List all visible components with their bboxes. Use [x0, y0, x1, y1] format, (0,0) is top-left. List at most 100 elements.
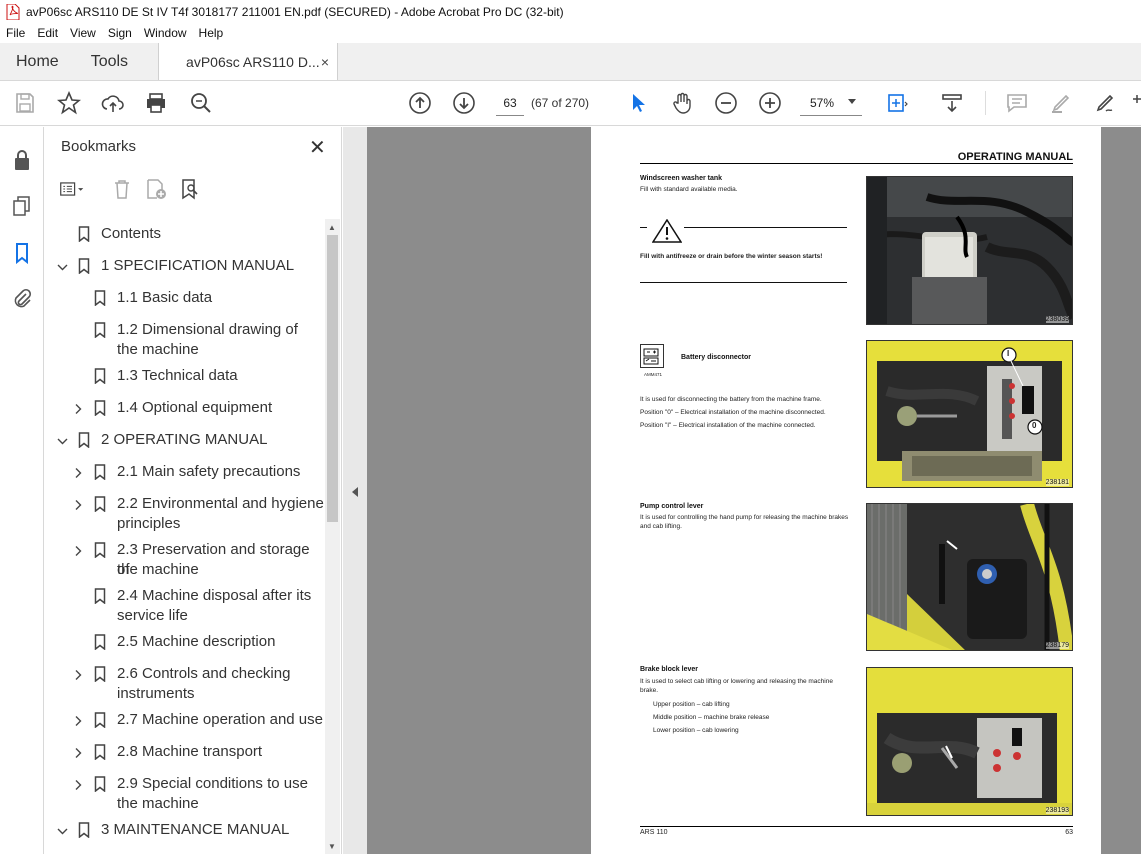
bookmark-item[interactable]: 1 SPECIFICATION MANUAL [45, 256, 325, 276]
bookmark-label: 1.1 Basic data [117, 289, 213, 306]
hand-tool-icon[interactable] [669, 90, 695, 116]
bookmark-item[interactable]: 2.5 Machine description [45, 632, 325, 652]
chevron-right-icon[interactable] [73, 777, 83, 790]
menu-view[interactable]: View [64, 26, 102, 40]
share-upload-icon[interactable] [100, 90, 126, 116]
bookmark-label: 2.6 Controls and checking [117, 665, 291, 682]
bookmark-item[interactable]: Contents [45, 224, 325, 244]
page-count: (67 of 270) [531, 96, 590, 110]
chevron-right-icon[interactable] [73, 401, 83, 414]
bookmark-item[interactable]: 2 OPERATING MANUAL [45, 430, 325, 450]
previous-page-icon[interactable] [407, 90, 433, 116]
chevron-right-icon[interactable] [73, 713, 83, 726]
navigation-rail [0, 127, 44, 854]
save-icon[interactable] [12, 90, 38, 116]
bookmark-item[interactable]: 2.4 Machine disposal after its service li… [45, 586, 325, 626]
tab-document-label: avP06sc ARS110 D... [186, 53, 320, 70]
bookmark-item[interactable]: 1.2 Dimensional drawing of the machine [45, 320, 325, 360]
bookmark-star-icon[interactable] [56, 90, 82, 116]
scroll-down-arrow-icon[interactable]: ▼ [328, 842, 336, 851]
menu-file[interactable]: File [0, 26, 31, 40]
bookmark-item[interactable]: 3 MAINTENANCE MANUAL [45, 820, 325, 840]
print-icon[interactable] [143, 90, 169, 116]
bookmarks-panel-icon[interactable] [9, 240, 35, 266]
tab-home[interactable]: Home [0, 43, 75, 80]
options-menu-icon[interactable] [59, 176, 85, 202]
menu-sign[interactable]: Sign [102, 26, 138, 40]
sign-icon[interactable] [1092, 90, 1118, 116]
page-number-input[interactable]: 63 [496, 90, 524, 116]
battery-text-1: It is used for disconnecting the battery… [640, 396, 822, 403]
bookmark-flag-icon [94, 744, 106, 761]
pump-lever-photo: 238179 [866, 503, 1073, 651]
bookmark-item[interactable]: 1.3 Technical data [45, 366, 325, 386]
page-header-title: OPERATING MANUAL [957, 151, 1073, 163]
comment-icon[interactable] [1004, 90, 1030, 116]
bookmark-label-continued: instruments [117, 685, 195, 702]
new-bookmark-icon[interactable] [143, 176, 169, 202]
scroll-mode-icon[interactable] [939, 90, 965, 116]
lock-icon[interactable] [9, 147, 35, 173]
photo-number-4: 238193 [1045, 807, 1069, 814]
find-bookmark-icon[interactable] [177, 176, 203, 202]
tab-close-icon[interactable]: × [321, 54, 329, 70]
tab-tools[interactable]: Tools [75, 43, 144, 80]
scroll-up-arrow-icon[interactable]: ▲ [328, 223, 336, 232]
pump-lever-text: It is used for controlling the hand pump… [640, 514, 849, 530]
washer-tank-title: Windscreen washer tank [640, 175, 723, 182]
tab-bar: Home Tools avP06sc ARS110 D... × [0, 43, 1141, 81]
close-panel-icon[interactable]: ✕ [309, 135, 326, 160]
zoom-search-icon[interactable] [188, 90, 214, 116]
menu-help[interactable]: Help [193, 26, 230, 40]
next-page-icon[interactable] [451, 90, 477, 116]
bookmark-flag-icon [94, 634, 106, 651]
zoom-out-icon[interactable] [713, 90, 739, 116]
fit-page-icon[interactable] [884, 90, 910, 116]
chevron-down-icon[interactable] [57, 259, 68, 271]
chevron-down-icon[interactable] [57, 823, 68, 835]
bookmark-label: 3 MAINTENANCE MANUAL [101, 821, 290, 838]
bookmark-item[interactable]: 2.3 Preservation and storage of the machi… [45, 540, 325, 580]
chevron-right-icon[interactable] [73, 543, 83, 556]
bookmark-item[interactable]: 2.9 Special conditions to use the machine [45, 774, 325, 814]
photo-number-1: 238039 [1045, 316, 1069, 323]
select-cursor-icon[interactable] [625, 90, 651, 116]
bookmark-item[interactable]: 2.7 Machine operation and use [45, 710, 325, 730]
zoom-level-select[interactable]: 57% [800, 90, 862, 116]
zoom-in-icon[interactable] [757, 90, 783, 116]
attachments-icon[interactable] [9, 286, 35, 312]
bookmarks-list: Contents 1 SPECIFICATION MANUAL 1.1 Basic … [45, 218, 325, 854]
chevron-right-icon[interactable] [73, 465, 83, 478]
pump-lever-title: Pump control lever [640, 503, 704, 510]
menu-edit[interactable]: Edit [31, 26, 64, 40]
chevron-right-icon[interactable] [73, 745, 83, 758]
highlight-pen-icon[interactable] [1048, 90, 1074, 116]
brake-middle-position: Middle position – machine brake release [653, 714, 770, 721]
warning-rule-bottom [640, 282, 847, 283]
photo-number-3: 238179 [1045, 642, 1069, 649]
bookmark-flag-icon [78, 258, 90, 275]
bookmark-flag-icon [78, 432, 90, 449]
bookmark-item[interactable]: 1.1 Basic data [45, 288, 325, 308]
chevron-down-icon[interactable] [57, 433, 68, 445]
bookmark-item[interactable]: 2.2 Environmental and hygiene principles [45, 494, 325, 534]
chevron-right-icon[interactable] [73, 497, 83, 510]
chevron-right-icon[interactable] [73, 667, 83, 680]
bookmark-item[interactable]: 2.6 Controls and checking instruments [45, 664, 325, 704]
warning-triangle-icon [651, 218, 683, 248]
more-tools-icon[interactable] [1131, 90, 1141, 116]
menu-window[interactable]: Window [138, 26, 193, 40]
bookmarks-scroll-thumb[interactable] [327, 235, 338, 522]
delete-bookmark-icon[interactable] [109, 176, 135, 202]
bookmark-item[interactable]: 2.1 Main safety precautions [45, 462, 325, 482]
bookmark-label: 2.2 Environmental and hygiene [117, 495, 324, 512]
bookmark-item[interactable]: 1.4 Optional equipment [45, 398, 325, 418]
bookmark-label: 2.8 Machine transport [117, 743, 263, 760]
tab-document[interactable]: avP06sc ARS110 D... × [158, 43, 339, 80]
battery-text-3: Position "I" – Electrical installation o… [640, 422, 816, 429]
bookmark-flag-icon [94, 712, 106, 729]
page-thumbnails-icon[interactable] [9, 193, 35, 219]
bookmark-flag-icon [94, 666, 106, 683]
collapse-panel-button[interactable] [343, 127, 367, 854]
bookmark-item[interactable]: 2.8 Machine transport [45, 742, 325, 762]
